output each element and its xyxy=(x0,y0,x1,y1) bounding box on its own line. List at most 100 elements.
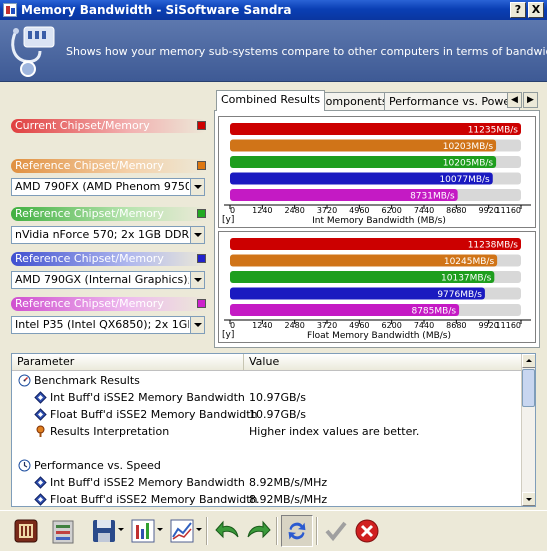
table-row[interactable]: Float Buff'd iSSE2 Memory Bandwidth 10.97… xyxy=(12,407,522,424)
graph-dropdown-arrow[interactable] xyxy=(196,528,202,531)
table-header: Parameter Value xyxy=(12,354,522,371)
reference-color-swatch-0[interactable] xyxy=(197,121,206,130)
x-tick-label: 3720 xyxy=(317,206,337,215)
int-bandwidth-chart: [y] 11235MB/s 10203MB/s 10205MB/s 10077MB/s 8… xyxy=(218,116,536,228)
table-group-row[interactable]: Benchmark Results xyxy=(12,373,522,390)
reference-select-2[interactable]: nVidia nForce 570; 2x 1GB DDR2 DIM xyxy=(11,226,205,244)
bottom-toolbar xyxy=(0,510,547,551)
table-row[interactable]: Int Buff'd iSSE2 Memory Bandwidth 8.92MB/… xyxy=(12,475,522,492)
x-tick-label: 1240 xyxy=(252,206,272,215)
close-button[interactable]: X xyxy=(528,2,544,18)
diamond-icon xyxy=(34,476,47,489)
chevron-down-icon[interactable] xyxy=(190,227,204,243)
bar-value-label: 10137MB/s xyxy=(441,274,492,284)
bar-value-label: 10077MB/s xyxy=(439,175,490,185)
cancel-icon[interactable] xyxy=(351,515,383,547)
bar-value-label: 11238MB/s xyxy=(468,241,519,251)
table-row[interactable]: Int Buff'd iSSE2 Memory Bandwidth 10.97GB… xyxy=(12,390,522,407)
parameter-text: Performance vs. Speed xyxy=(34,459,161,472)
parameter-text: Benchmark Results xyxy=(34,374,140,387)
scroll-thumb[interactable] xyxy=(522,369,535,407)
header-banner: Shows how your memory sub-systems compar… xyxy=(0,20,547,82)
x-tick-label: 6200 xyxy=(381,206,401,215)
help-button[interactable]: ? xyxy=(510,2,526,18)
bar-value-label: 10205MB/s xyxy=(443,159,494,169)
table-group-row[interactable]: Performance vs. Speed xyxy=(12,458,522,475)
table-row[interactable]: Float Buff'd iSSE2 Memory Bandwidth 8.92M… xyxy=(12,492,522,506)
reference-select-4[interactable]: Intel P35 (Intel QX6850); 2x 1GB DD xyxy=(11,316,205,334)
x-tick-label: 0 xyxy=(230,206,235,215)
window-title: Memory Bandwidth - SiSoftware Sandra xyxy=(21,3,292,17)
chevron-down-icon[interactable] xyxy=(190,317,204,333)
value-text: Higher index values are better. xyxy=(249,425,420,438)
results-table[interactable]: Parameter Value Benchmark Results Int Buf… xyxy=(11,353,536,507)
chevron-down-icon[interactable] xyxy=(190,272,204,288)
reference-label-2: Reference Chipset/Memory xyxy=(11,207,207,221)
table-row[interactable]: Results Interpretation Higher index value… xyxy=(12,424,522,441)
refresh-icon[interactable] xyxy=(281,515,313,547)
reference-color-swatch-4[interactable] xyxy=(197,299,206,308)
bar-value-label: 10203MB/s xyxy=(443,142,494,152)
tab-performance-vs-power[interactable]: Performance vs. Power xyxy=(384,92,520,111)
chart-type-dropdown-arrow[interactable] xyxy=(157,528,163,531)
parameter-text: Float Buff'd iSSE2 Memory Bandwidth xyxy=(50,408,258,421)
reference-select-1[interactable]: AMD 790FX (AMD Phenom 9750); 2x xyxy=(11,178,205,196)
bar-value-label: 10245MB/s xyxy=(444,257,495,267)
graph-icon[interactable] xyxy=(166,515,198,547)
value-text: 10.97GB/s xyxy=(249,408,306,421)
reference-select-3[interactable]: AMD 790GX (Internal Graphics); 2x 1 xyxy=(11,271,205,289)
reference-color-swatch-1[interactable] xyxy=(197,161,206,170)
x-axis-label: Int Memory Bandwidth (MB/s) xyxy=(312,216,446,226)
x-tick-label: 7440 xyxy=(414,206,434,215)
x-tick-label: 2480 xyxy=(284,321,304,330)
title-bar[interactable]: Memory Bandwidth - SiSoftware Sandra ? X xyxy=(0,0,547,20)
tab-combined-results[interactable]: Combined Results xyxy=(216,90,326,111)
pin-icon xyxy=(36,425,45,437)
clock-icon xyxy=(18,459,31,472)
forward-icon[interactable] xyxy=(242,515,274,547)
reference-label-3: Reference Chipset/Memory xyxy=(11,252,207,266)
diamond-icon xyxy=(34,493,47,506)
header-description: Shows how your memory sub-systems compar… xyxy=(66,45,547,58)
table-row xyxy=(12,441,522,458)
column-header-value[interactable]: Value xyxy=(245,354,522,370)
x-tick-label: 8680 xyxy=(446,321,466,330)
value-text: 10.97GB/s xyxy=(249,391,306,404)
bar-value-label: 9776MB/s xyxy=(437,290,482,300)
ok-icon[interactable] xyxy=(320,515,352,547)
toolbar-separator xyxy=(276,517,278,545)
x-tick-label: 3720 xyxy=(317,321,337,330)
x-tick-label: 1240 xyxy=(252,321,272,330)
x-tick-label: 11160 xyxy=(496,206,521,215)
reference-select-value: AMD 790FX (AMD Phenom 9750); 2x xyxy=(15,180,189,193)
x-tick-label: 11160 xyxy=(496,321,521,330)
chart-type-icon[interactable] xyxy=(127,515,159,547)
bar-value-label: 8731MB/s xyxy=(410,192,455,202)
save-icon[interactable] xyxy=(88,515,120,547)
reference-label-4: Reference Chipset/Memory xyxy=(11,297,207,311)
reference-color-swatch-2[interactable] xyxy=(197,209,206,218)
value-text: 8.92MB/s/MHz xyxy=(249,493,328,506)
x-tick-label: 4960 xyxy=(349,321,369,330)
diamond-icon xyxy=(34,391,47,404)
back-icon[interactable] xyxy=(212,515,244,547)
gauge-icon xyxy=(18,374,31,387)
options-icon[interactable] xyxy=(48,515,80,547)
table-scrollbar[interactable] xyxy=(521,354,535,506)
parameter-text: Float Buff'd iSSE2 Memory Bandwidth xyxy=(50,493,258,506)
scroll-down-arrow[interactable] xyxy=(522,492,535,506)
reference-color-swatch-3[interactable] xyxy=(197,254,206,263)
value-text: 8.92MB/s/MHz xyxy=(249,476,328,489)
chevron-down-icon[interactable] xyxy=(190,179,204,195)
diamond-icon xyxy=(34,408,47,421)
tab-scroll-left[interactable]: ◀ xyxy=(507,92,522,108)
column-header-parameter[interactable]: Parameter xyxy=(12,354,244,370)
tab-scroll-right[interactable]: ▶ xyxy=(523,92,538,108)
float-bandwidth-chart: [y] 11238MB/s 10245MB/s 10137MB/s 9776MB/s 87… xyxy=(218,231,536,343)
x-tick-label: 6200 xyxy=(381,321,401,330)
x-tick-label: 7440 xyxy=(414,321,434,330)
scroll-up-arrow[interactable] xyxy=(522,354,535,368)
save-dropdown-arrow[interactable] xyxy=(118,528,124,531)
x-axis-label: Float Memory Bandwidth (MB/s) xyxy=(307,331,451,341)
module-icon[interactable] xyxy=(10,515,42,547)
